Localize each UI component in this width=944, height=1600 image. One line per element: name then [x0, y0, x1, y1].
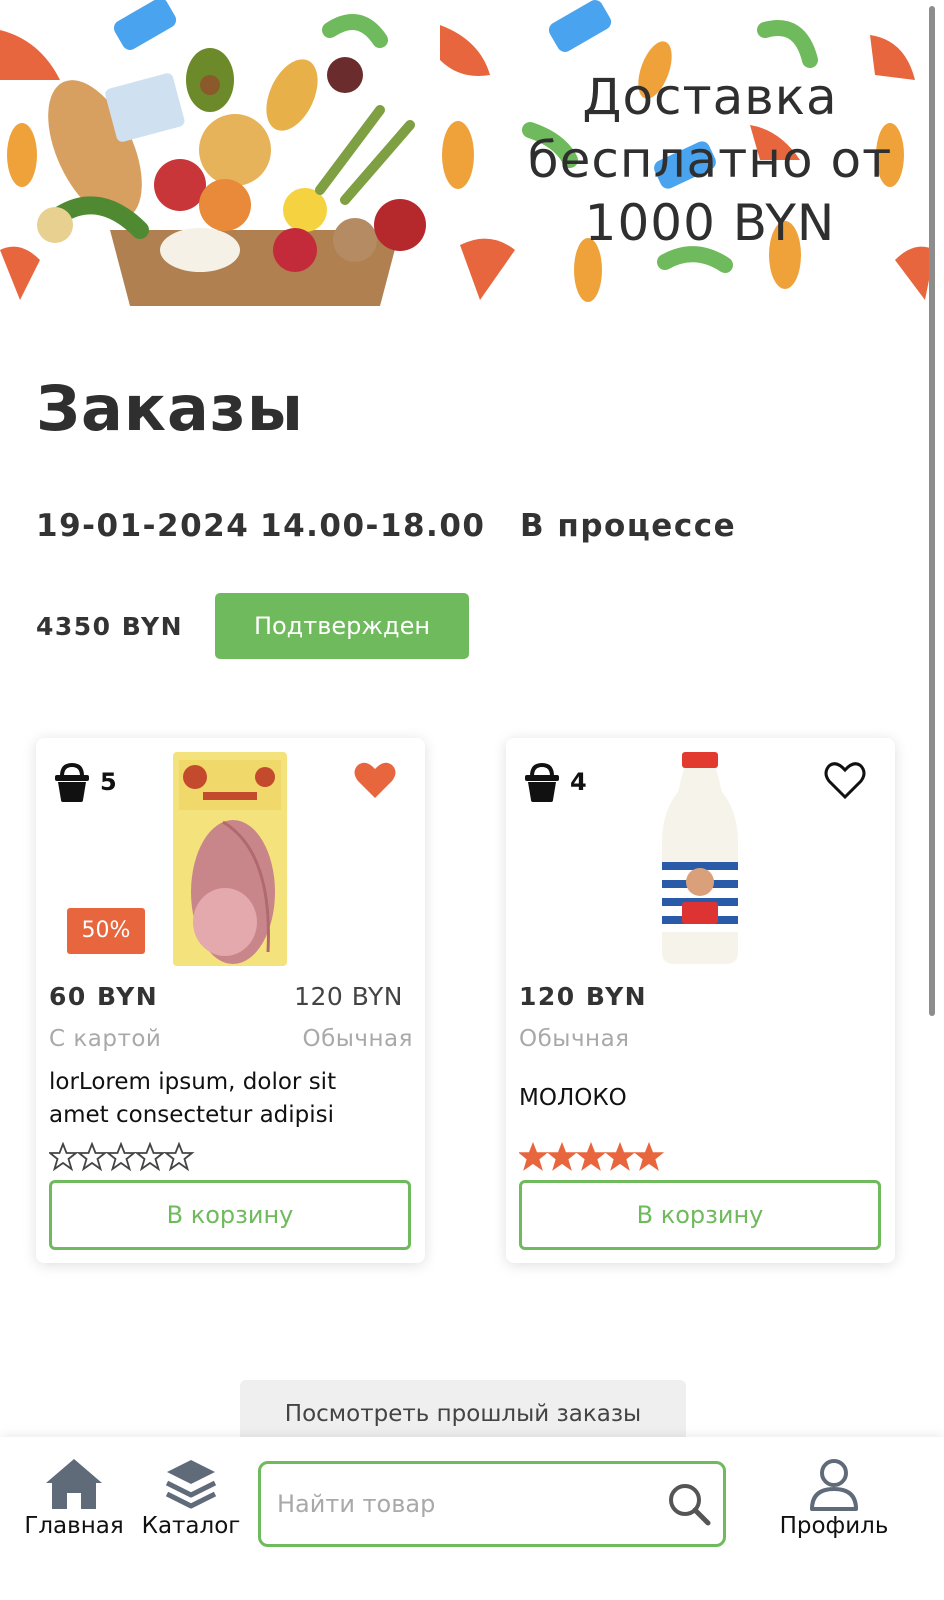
order-date: 19-01-2024	[36, 508, 250, 544]
star-icon	[134, 1142, 166, 1172]
home-icon	[46, 1459, 102, 1509]
star-icon	[604, 1142, 636, 1171]
search-icon[interactable]	[667, 1482, 711, 1526]
add-to-cart-button[interactable]: В корзину	[49, 1180, 411, 1250]
banner-title-line: бесплатно от	[527, 131, 893, 189]
regular-price-label: Обычная	[519, 1026, 630, 1052]
regular-price-label: Обычная	[302, 1026, 413, 1052]
star-icon	[105, 1142, 137, 1172]
basket-icon	[55, 762, 89, 802]
order-status: В процессе	[520, 508, 737, 544]
nav-home-label: Главная	[24, 1513, 124, 1539]
nav-catalog[interactable]: Каталог	[140, 1457, 242, 1539]
page-title: Заказы	[36, 372, 304, 445]
regular-price: 120 BYN	[519, 982, 648, 1011]
rating-stars[interactable]	[519, 1142, 669, 1172]
regular-price: 120 BYN	[294, 982, 403, 1011]
nav-home[interactable]: Главная	[22, 1457, 126, 1539]
star-icon	[76, 1142, 108, 1172]
banner-title-line: Доставка	[582, 68, 838, 126]
banner-title: Доставка бесплатно от 1000 BYN	[520, 66, 900, 255]
star-icon	[575, 1142, 607, 1171]
product-card[interactable]: 5 50% 60 BYN 120 BYN С картой Обычная lo…	[36, 738, 425, 1263]
heart-icon[interactable]	[353, 760, 397, 800]
card-price: 60 BYN	[49, 982, 159, 1011]
nav-profile[interactable]: Профиль	[776, 1457, 892, 1539]
order-time: 14.00-18.00	[260, 508, 486, 544]
star-icon	[633, 1142, 665, 1171]
star-icon	[519, 1142, 549, 1171]
order-total: 4350 BYN	[36, 612, 183, 641]
catalog-icon	[165, 1460, 217, 1509]
add-to-cart-button[interactable]: В корзину	[519, 1180, 881, 1250]
confirmed-status-button[interactable]: Подтвержден	[215, 593, 469, 659]
product-card[interactable]: 4 120 BYN Обычная МОЛОКО В корзину	[506, 738, 895, 1263]
basket-icon	[525, 762, 559, 802]
basket-count: 5	[100, 768, 117, 796]
heart-icon[interactable]	[823, 760, 867, 800]
discount-badge: 50%	[67, 908, 145, 954]
grocery-illustration	[37, 48, 426, 306]
product-image[interactable]	[658, 752, 742, 966]
product-name[interactable]: МОЛОКО	[519, 1082, 859, 1115]
promo-banner[interactable]: Доставка бесплатно от 1000 BYN	[0, 0, 944, 320]
banner-title-line: 1000 BYN	[584, 194, 836, 252]
search-input[interactable]	[277, 1482, 657, 1526]
rating-stars[interactable]	[49, 1142, 199, 1172]
product-name[interactable]: lorLorem ipsum, dolor sit amet consectet…	[49, 1066, 389, 1132]
star-icon	[546, 1142, 578, 1171]
search-box[interactable]	[258, 1461, 726, 1547]
basket-count: 4	[570, 768, 587, 796]
nav-catalog-label: Каталог	[141, 1513, 241, 1539]
past-orders-button[interactable]: Посмотреть прошлый заказы	[240, 1380, 686, 1444]
profile-icon	[810, 1459, 858, 1511]
nav-profile-label: Профиль	[779, 1513, 889, 1539]
star-icon	[163, 1142, 195, 1172]
scrollbar[interactable]	[929, 6, 935, 1016]
star-icon	[49, 1142, 79, 1172]
card-price-label: С картой	[49, 1026, 162, 1052]
product-image[interactable]	[173, 752, 287, 966]
bottom-nav: Главная Каталог Профиль	[0, 1437, 944, 1600]
